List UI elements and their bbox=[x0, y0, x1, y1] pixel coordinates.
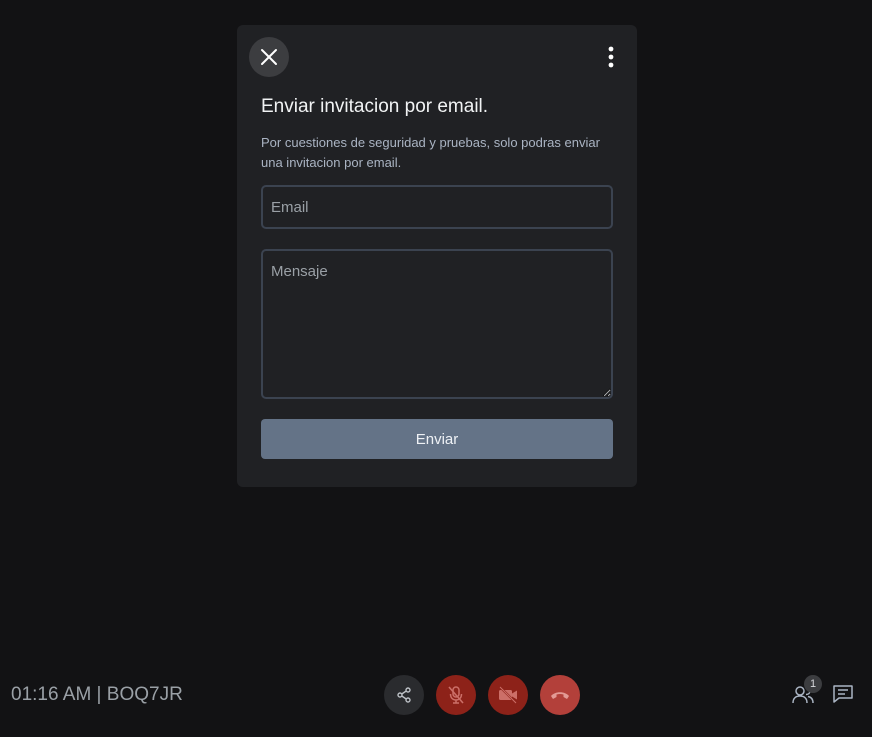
close-button[interactable] bbox=[249, 37, 289, 77]
call-controls bbox=[384, 675, 580, 715]
camera-toggle-button[interactable] bbox=[488, 675, 528, 715]
video-off-icon bbox=[499, 686, 517, 704]
invite-dialog: Enviar invitacion por email. Por cuestio… bbox=[237, 25, 637, 487]
side-tools: 1 bbox=[790, 675, 856, 708]
dialog-title: Enviar invitacion por email. bbox=[261, 96, 489, 117]
share-icon bbox=[397, 687, 411, 703]
more-vertical-icon bbox=[608, 46, 614, 68]
mic-off-icon bbox=[448, 686, 464, 704]
participants-button[interactable]: 1 bbox=[790, 675, 822, 708]
message-field[interactable] bbox=[261, 249, 613, 399]
email-field[interactable] bbox=[261, 185, 613, 229]
share-button[interactable] bbox=[384, 675, 424, 715]
chat-button[interactable] bbox=[830, 680, 856, 708]
end-call-button[interactable] bbox=[540, 675, 580, 715]
meeting-time-code: 01:16 AM | BOQ7JR bbox=[11, 684, 183, 705]
chat-icon bbox=[833, 685, 853, 703]
participants-count-badge: 1 bbox=[804, 675, 822, 693]
mic-toggle-button[interactable] bbox=[436, 675, 476, 715]
close-icon bbox=[261, 49, 277, 65]
phone-hangup-icon bbox=[551, 692, 569, 699]
more-options-button[interactable] bbox=[599, 43, 623, 71]
dialog-description: Por cuestiones de seguridad y pruebas, s… bbox=[261, 135, 600, 170]
send-button[interactable]: Enviar bbox=[261, 419, 613, 459]
